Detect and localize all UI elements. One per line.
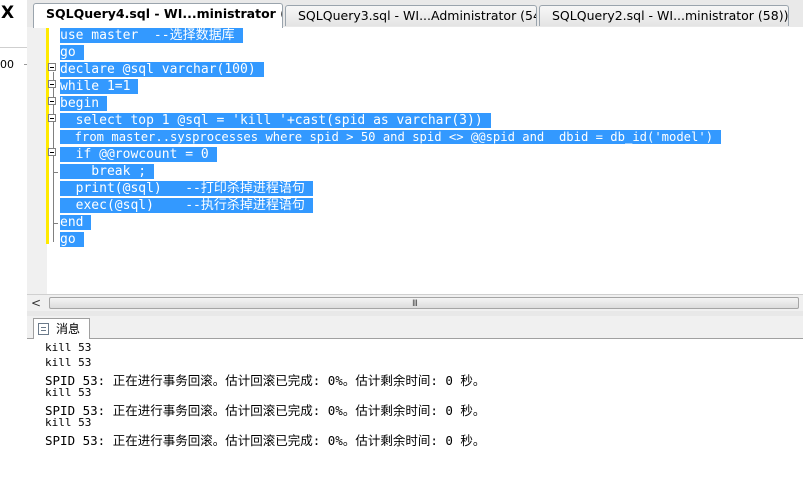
code-line: select top 1 @sql = 'kill '+cast(spid as…: [60, 112, 491, 129]
code-text: begin: [60, 96, 108, 111]
results-tab-strip: [27, 316, 803, 339]
tab-sqlquery2[interactable]: SQLQuery2.sql - WI...ministrator (58))*: [539, 5, 789, 26]
tab-sqlquery4[interactable]: SQLQuery4.sql - WI...ministrator (57))*: [33, 3, 283, 28]
close-icon[interactable]: X: [1, 3, 19, 23]
message-line: kill 53: [45, 386, 92, 399]
code-line: print(@sql) --打印杀掉进程语句: [60, 180, 313, 197]
code-line: go: [60, 231, 84, 248]
code-line: go: [60, 44, 84, 61]
code-text: while 1=1: [60, 79, 139, 94]
code-text: go: [60, 232, 84, 247]
code-text: go: [60, 45, 84, 60]
message-line: SPID 53: 正在进行事务回滚。估计回滚已完成: 0%。估计剩余时间: 0 …: [45, 373, 486, 388]
code-text: use master --选择数据库: [60, 28, 243, 43]
code-text: exec(@sql) --执行杀掉进程语句: [60, 198, 313, 213]
code-line: exec(@sql) --执行杀掉进程语句: [60, 197, 313, 214]
code-text: break ;: [60, 164, 155, 179]
panel-divider: [0, 47, 27, 48]
collapse-icon[interactable]: [48, 148, 56, 156]
code-line: break ;: [60, 163, 155, 180]
code-text: select top 1 @sql = 'kill '+cast(spid as…: [60, 113, 491, 128]
horizontal-scrollbar[interactable]: < III: [27, 294, 803, 312]
code-line: while 1=1: [60, 78, 139, 95]
collapse-icon[interactable]: [48, 80, 56, 88]
collapse-icon[interactable]: [48, 63, 56, 71]
object-explorer-panel: X 00: [0, 0, 28, 489]
scroll-left-icon[interactable]: <: [31, 296, 41, 310]
message-line: kill 53: [45, 341, 92, 354]
message-line: kill 53: [45, 416, 92, 429]
message-line: SPID 53: 正在进行事务回滚。估计回滚已完成: 0%。估计剩余时间: 0 …: [45, 433, 486, 448]
tab-messages-label: 消息: [56, 322, 81, 336]
code-text: print(@sql) --打印杀掉进程语句: [60, 181, 313, 196]
message-icon: [38, 323, 49, 335]
outline-end: [53, 172, 58, 173]
grip-icon: III: [412, 299, 418, 309]
outline-end: [53, 223, 58, 224]
code-line: use master --选择数据库: [60, 27, 243, 44]
partial-value: 00: [0, 58, 14, 71]
code-line: from master..sysprocesses where spid > 5…: [60, 129, 722, 146]
collapse-icon[interactable]: [48, 97, 56, 105]
code-text: if @@rowcount = 0: [60, 147, 217, 162]
code-line: if @@rowcount = 0: [60, 146, 217, 163]
collapse-icon[interactable]: [48, 114, 56, 122]
code-text: end: [60, 215, 92, 230]
code-text: declare @sql varchar(100): [60, 62, 264, 77]
tab-sqlquery3[interactable]: SQLQuery3.sql - WI...Administrator (54)): [285, 5, 537, 26]
code-line: begin: [60, 95, 108, 112]
editor-margin: [27, 27, 47, 294]
code-text: from master..sysprocesses where spid > 5…: [60, 130, 722, 144]
changed-lines-indicator: [46, 28, 49, 244]
code-line: end: [60, 214, 92, 231]
messages-pane[interactable]: kill 53 kill 53 SPID 53: 正在进行事务回滚。估计回滚已完…: [27, 339, 803, 489]
tab-messages[interactable]: 消息: [33, 318, 90, 339]
message-line: SPID 53: 正在进行事务回滚。估计回滚已完成: 0%。估计剩余时间: 0 …: [45, 403, 486, 418]
scrollbar-thumb[interactable]: III: [49, 297, 799, 309]
code-line: declare @sql varchar(100): [60, 61, 264, 78]
message-line: kill 53: [45, 356, 92, 369]
